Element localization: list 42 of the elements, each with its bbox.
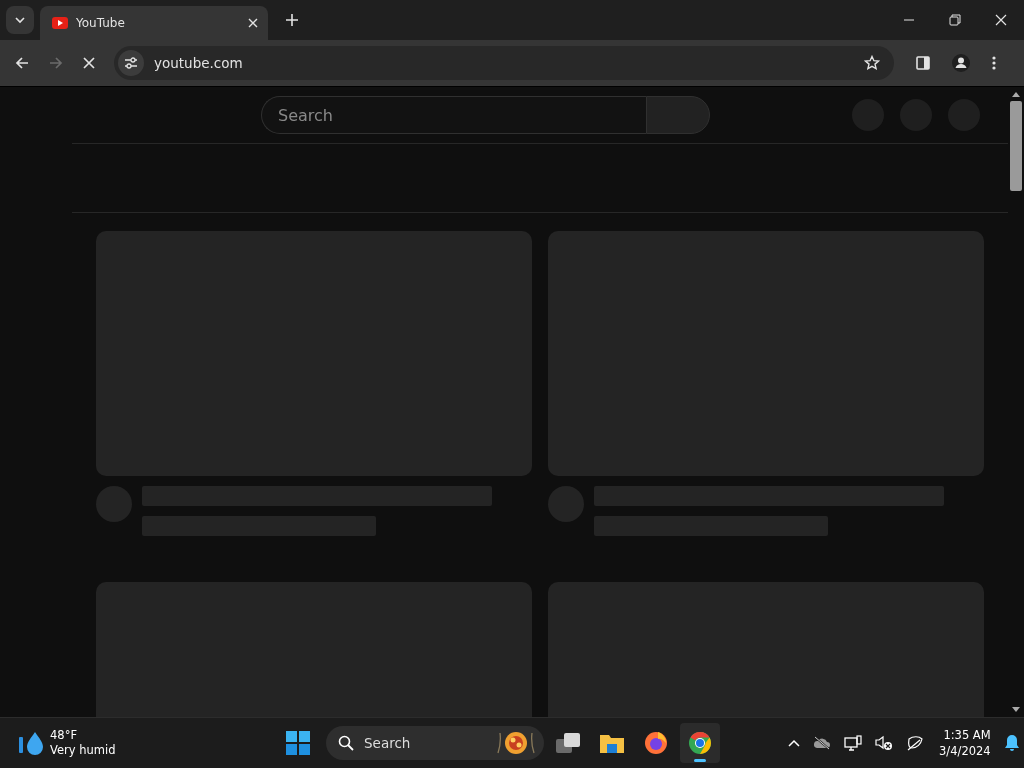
temperature-text: 48°F (50, 728, 78, 743)
browser-tab[interactable]: YouTube (40, 6, 268, 40)
site-settings-icon[interactable] (118, 50, 144, 76)
scroll-down-icon[interactable] (1012, 707, 1020, 713)
network-icon[interactable] (844, 735, 862, 751)
leaf-icon[interactable] (906, 735, 924, 751)
profile-icon[interactable] (952, 54, 970, 72)
play-logo-icon (52, 17, 68, 29)
weather-condition: Very humid (50, 743, 116, 758)
scrollbar-thumb[interactable] (1010, 101, 1022, 191)
menu-icon[interactable] (992, 56, 996, 70)
bell-icon[interactable] (1003, 734, 1020, 752)
star-icon[interactable] (864, 55, 880, 71)
back-icon[interactable] (14, 55, 30, 71)
search-field[interactable]: Search (362, 734, 486, 752)
clock-date[interactable]: 3/4/2024 (939, 743, 991, 759)
side-panel-icon[interactable] (916, 56, 930, 70)
chevron-up-icon[interactable] (788, 739, 800, 747)
url-text: youtube.com (154, 55, 244, 71)
chrome-icon (688, 731, 712, 755)
address-bar[interactable]: youtube.com (114, 46, 894, 80)
start-icon[interactable] (286, 731, 310, 755)
taskbar-app[interactable] (680, 723, 720, 763)
fox-globe-icon (644, 731, 668, 755)
tab-title: YouTube (76, 16, 126, 30)
folder-icon (599, 732, 625, 754)
search-field[interactable]: Search (261, 96, 646, 134)
flower-wreath-icon (494, 729, 538, 757)
overlapping-windows-icon (555, 732, 581, 754)
close-icon[interactable] (995, 14, 1007, 26)
new-tab-icon[interactable] (286, 14, 298, 26)
taskbar-search-bar[interactable]: Search (326, 726, 544, 760)
cloud-off-icon[interactable] (813, 736, 831, 750)
close-icon[interactable] (248, 18, 258, 28)
tab-search-button[interactable] (6, 6, 34, 34)
speaker-muted-icon[interactable] (875, 735, 893, 751)
search-icon (338, 735, 354, 751)
clock-time[interactable]: 1:35 AM (943, 727, 991, 743)
restore-icon[interactable] (949, 14, 961, 26)
stop-icon[interactable] (82, 56, 96, 70)
chevron-down-icon (14, 14, 26, 26)
scroll-up-icon[interactable] (1012, 91, 1020, 97)
